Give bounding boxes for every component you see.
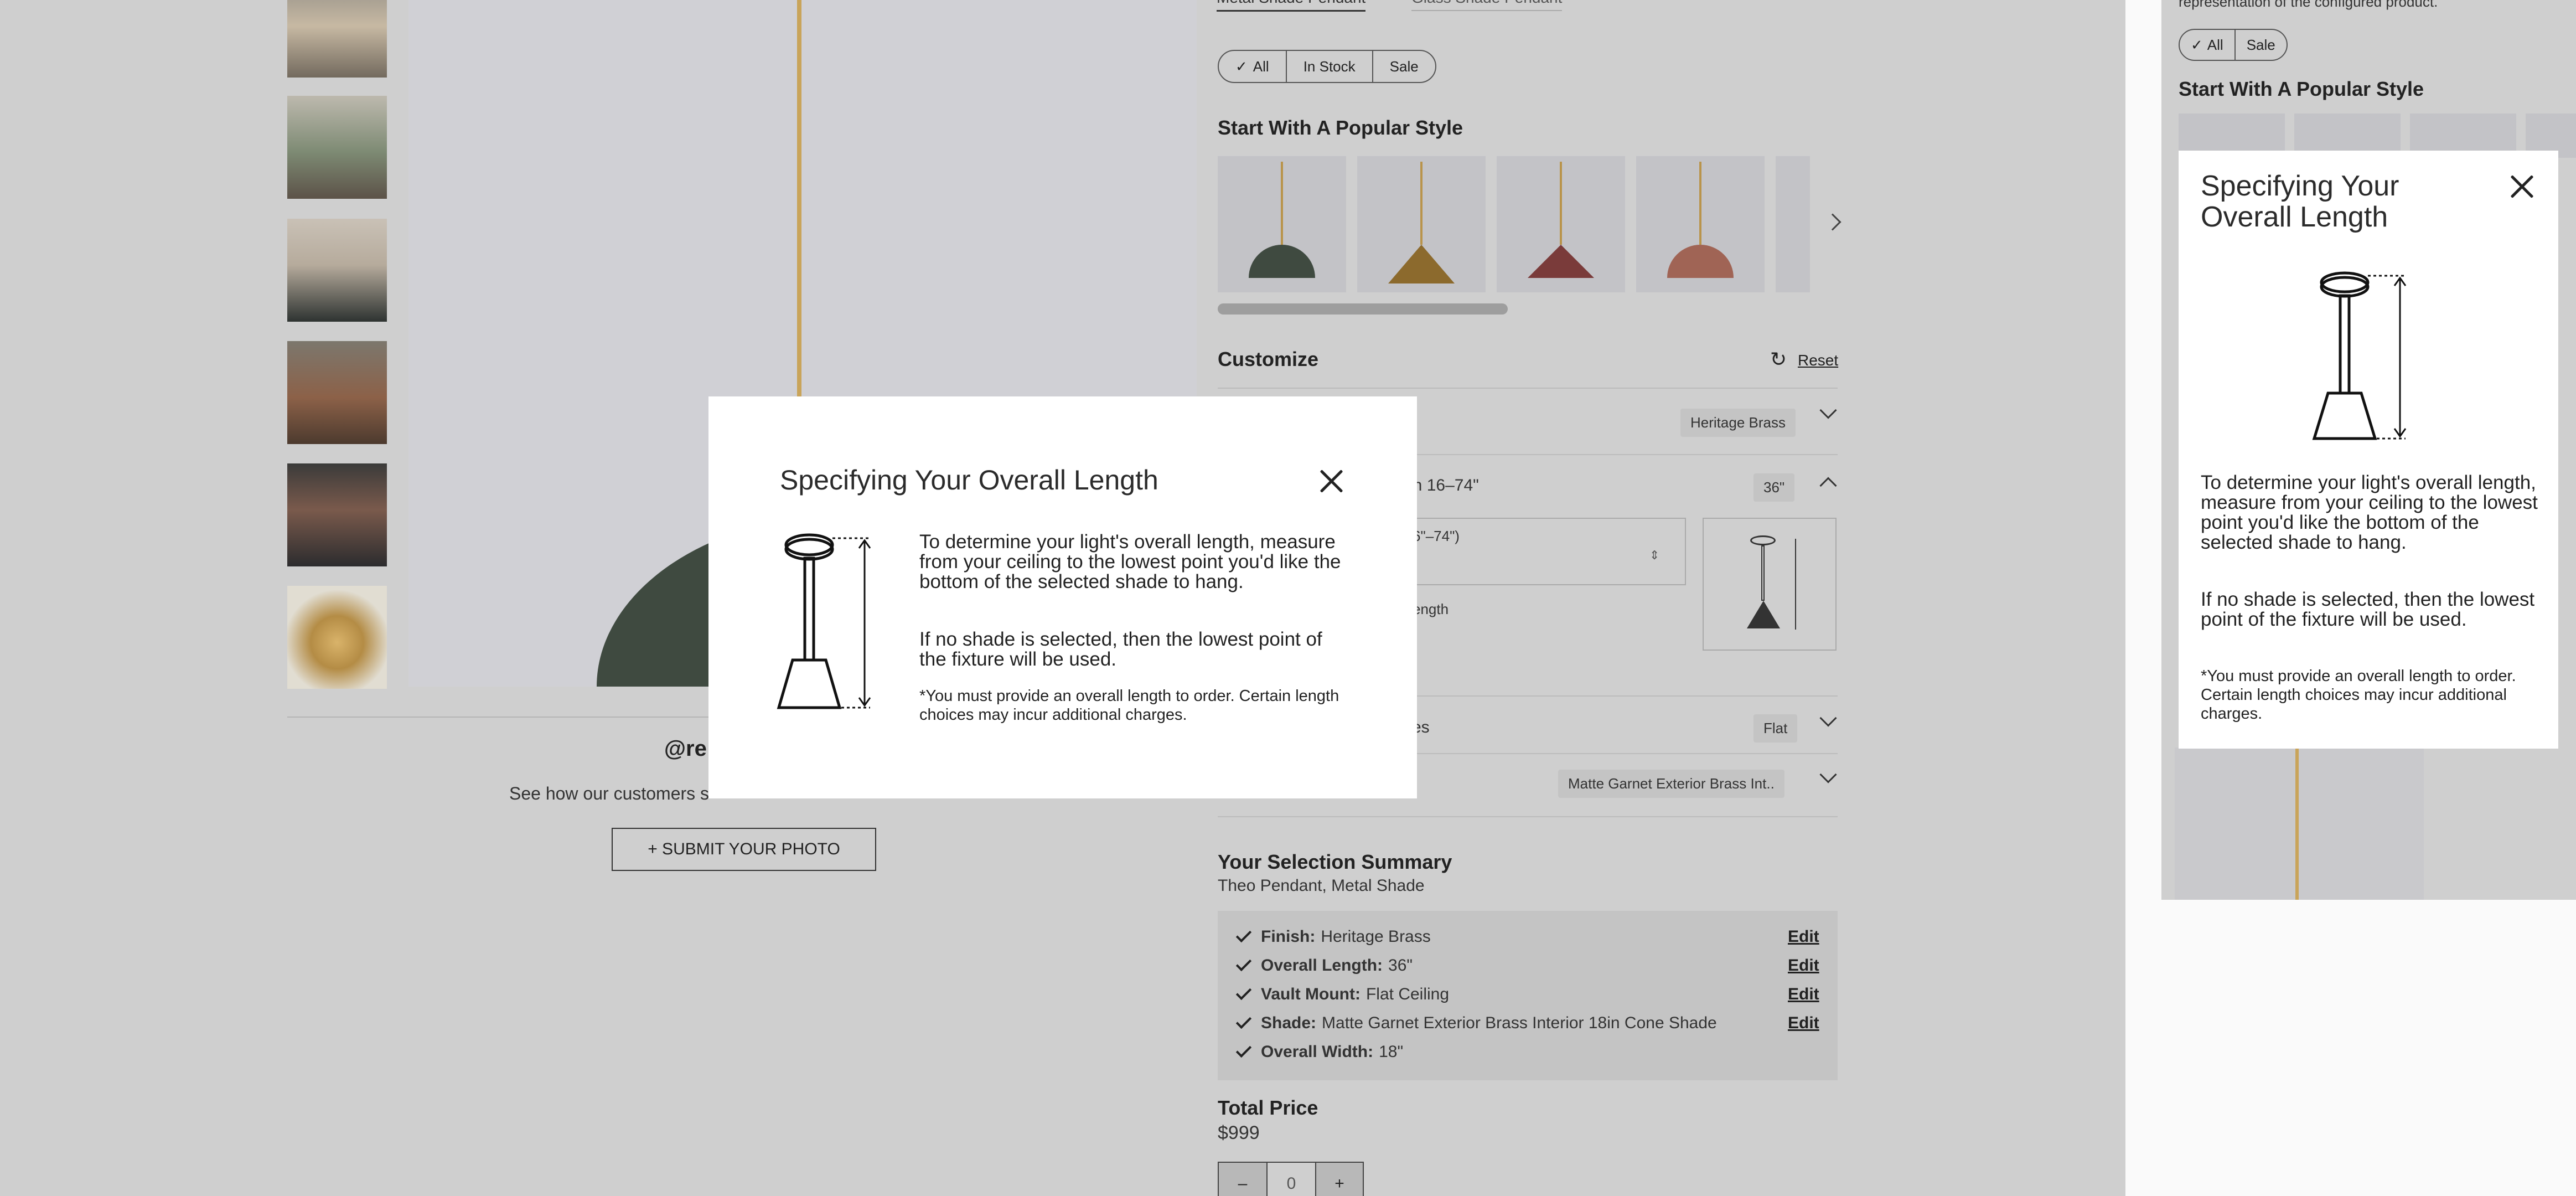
thumbnail-3[interactable] (287, 219, 387, 322)
submit-photo-button[interactable]: + SUBMIT YOUR PHOTO (612, 828, 876, 871)
length-info-modal: Specifying Your Overall Length To determ… (708, 396, 1417, 798)
qty-minus-button[interactable]: – (1219, 1163, 1268, 1196)
carousel-scrollbar[interactable] (1218, 303, 1508, 315)
total-price: $999 (1218, 1122, 1260, 1143)
edit-length-link[interactable]: Edit (1788, 956, 1819, 975)
popular-style-heading: Start With A Popular Style (1218, 116, 1463, 139)
length-diagram-icon (777, 533, 871, 709)
modal-paragraph-1: To determine your light's overall length… (919, 531, 1341, 592)
summary-item-vault: Vault Mount: Flat Ceiling (1235, 984, 1449, 1004)
modal-title: Specifying Your Overall Length (780, 465, 1158, 496)
filter-group: ✓ All In Stock Sale (1218, 50, 1436, 83)
mobile-filter-all[interactable]: ✓ All (2180, 30, 2236, 60)
shade-value: Matte Garnet Exterior Brass Int.. (1558, 770, 1784, 798)
summary-title: Your Selection Summary (1218, 850, 1452, 873)
style-card-3[interactable] (1497, 156, 1625, 292)
stepper-icon[interactable]: ⇕ (1649, 548, 1659, 563)
mobile-filter-sale[interactable]: Sale (2236, 30, 2287, 60)
divider (1218, 816, 1838, 817)
mobile-filter-group: ✓ All Sale (2179, 29, 2288, 61)
mobile-popular-style-heading: Start With A Popular Style (2179, 78, 2424, 100)
check-icon: ✓ (2191, 36, 2203, 53)
filter-all[interactable]: ✓ All (1219, 51, 1287, 82)
mobile-modal-paragraph-1: To determine your light's overall length… (2201, 472, 2538, 553)
mobile-product-image (2175, 748, 2424, 900)
length-value: 36" (1753, 473, 1795, 502)
check-icon: ✓ (1235, 58, 1248, 75)
modal-paragraph-2: If no shade is selected, then the lowest… (919, 628, 1322, 670)
total-label: Total Price (1218, 1096, 1318, 1119)
filter-sale[interactable]: Sale (1373, 51, 1435, 82)
thumbnail-4[interactable] (287, 341, 387, 444)
summary-item-width: Overall Width: 18" (1235, 1042, 1403, 1061)
mobile-modal-title: Specifying Your Overall Length (2201, 170, 2399, 233)
filter-in-stock[interactable]: In Stock (1287, 51, 1373, 82)
summary-item-length: Overall Length: 36" (1235, 955, 1413, 975)
mobile-modal-note: *You must provide an overall length to o… (2201, 667, 2516, 723)
mobile-length-info-modal: Specifying Your Overall Length To determ… (2179, 151, 2558, 749)
thumbnail-6[interactable] (287, 586, 387, 689)
close-icon[interactable] (1318, 468, 1344, 494)
finish-value: Heritage Brass (1680, 409, 1796, 437)
thumbnail-1[interactable] (287, 0, 387, 78)
customize-title: Customize (1218, 348, 1319, 370)
reset-icon: ↻ (1770, 348, 1787, 370)
edit-finish-link[interactable]: Edit (1788, 927, 1819, 946)
style-card-2[interactable] (1357, 156, 1486, 292)
tab-metal-shade[interactable]: Metal Shade Pendant (1217, 0, 1366, 12)
qty-plus-button[interactable]: + (1316, 1163, 1363, 1196)
qty-input[interactable]: 0 (1268, 1163, 1316, 1196)
close-icon[interactable] (2509, 174, 2534, 199)
community-handle: @re (664, 736, 707, 761)
summary-item-shade: Shade: Matte Garnet Exterior Brass Interi… (1235, 1013, 1717, 1033)
style-card-4[interactable] (1636, 156, 1765, 292)
thumbnail-5[interactable] (287, 463, 387, 566)
length-help: ength (1413, 601, 1449, 617)
tab-glass-shade[interactable]: Glass Shade Pendant (1411, 0, 1563, 11)
length-diagram-icon (2312, 271, 2407, 440)
mobile-modal-paragraph-2: If no shade is selected, then the lowest… (2201, 589, 2535, 630)
length-diagram-thumb[interactable] (1703, 518, 1837, 651)
vault-value: Flat (1753, 714, 1798, 743)
mobile-top-text: representation of the configured product… (2179, 0, 2438, 10)
modal-note: *You must provide an overall length to o… (919, 687, 1339, 724)
length-input-hint: 6"–74") (1413, 528, 1460, 544)
edit-vault-link[interactable]: Edit (1788, 985, 1819, 1004)
reset-link[interactable]: Reset (1798, 352, 1838, 369)
summary-subtitle: Theo Pendant, Metal Shade (1218, 877, 1425, 895)
style-card-1[interactable] (1218, 156, 1346, 292)
summary-item-finish: Finish: Heritage Brass (1235, 926, 1431, 946)
style-card-5[interactable] (1776, 156, 1810, 292)
quantity-stepper: – 0 + (1218, 1162, 1364, 1196)
community-tagline: See how our customers s (509, 783, 710, 803)
thumbnail-2[interactable] (287, 96, 387, 199)
edit-shade-link[interactable]: Edit (1788, 1014, 1819, 1033)
